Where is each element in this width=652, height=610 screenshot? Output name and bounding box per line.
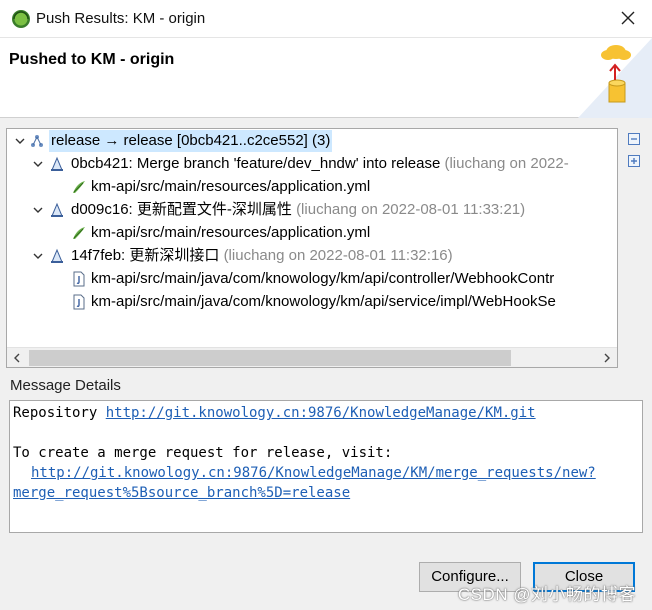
tree-root-row[interactable]: release → release [0bcb421..c2ce552] (3): [7, 130, 617, 152]
message-details-label: Message Details: [10, 377, 121, 394]
commit-icon: [51, 202, 63, 217]
scroll-left-icon[interactable]: [10, 351, 24, 365]
java-file-icon: [73, 294, 85, 310]
window-title: Push Results: KM - origin: [36, 10, 206, 27]
commit-row[interactable]: 14f7feb: 更新深圳接口 (liuchang on 2022-08-01 …: [7, 245, 617, 267]
commit-row[interactable]: 0bcb421: Merge branch 'feature/dev_hndw'…: [7, 153, 617, 175]
scrollbar-thumb[interactable]: [29, 350, 511, 366]
expand-all-icon[interactable]: [628, 155, 640, 167]
merge-request-link-cont[interactable]: merge_request%5Bsource_branch%5D=release: [13, 485, 350, 501]
yaml-file-icon: [73, 227, 85, 239]
horizontal-scrollbar[interactable]: [7, 347, 617, 367]
dialog-header: Pushed to KM - origin: [0, 38, 652, 118]
repository-link[interactable]: http://git.knowology.cn:9876/KnowledgeMa…: [106, 405, 536, 421]
file-row[interactable]: km-api/src/main/java/com/knowology/km/ap…: [7, 291, 617, 313]
merge-request-link-line2[interactable]: merge_request%5Bsource_branch%5D=release: [13, 485, 350, 501]
file-path: km-api/src/main/resources/application.ym…: [91, 178, 371, 195]
file-path: km-api/src/main/java/com/knowology/km/ap…: [91, 293, 556, 310]
header-title: Pushed to KM - origin: [9, 51, 175, 68]
file-path: km-api/src/main/java/com/knowology/km/ap…: [91, 270, 555, 287]
push-to-cloud-icon: [578, 38, 652, 118]
merge-request-link[interactable]: http://git.knowology.cn:9876/KnowledgeMa…: [31, 465, 596, 481]
merge-request-link-line1[interactable]: http://git.knowology.cn:9876/KnowledgeMa…: [31, 465, 596, 481]
commit-meta: (liuchang on 2022-08-01 11:32:16): [223, 247, 453, 264]
merge-request-text: To create a merge request for release, v…: [13, 445, 393, 461]
close-icon[interactable]: [618, 8, 638, 28]
yaml-file-icon: [73, 181, 85, 193]
repository-prefix: Repository: [13, 405, 106, 421]
file-row[interactable]: km-api/src/main/resources/application.ym…: [7, 176, 617, 198]
file-path: km-api/src/main/resources/application.ym…: [91, 224, 371, 241]
window-titlebar: Push Results: KM - origin: [0, 0, 652, 38]
commit-message: d009c16: 更新配置文件-深圳属性: [71, 201, 292, 218]
java-file-icon: [73, 271, 85, 287]
file-row[interactable]: km-api/src/main/java/com/knowology/km/ap…: [7, 268, 617, 290]
commit-meta: (liuchang on 2022-: [444, 155, 569, 172]
chevron-down-icon[interactable]: [33, 251, 43, 261]
chevron-down-icon[interactable]: [33, 159, 43, 169]
repository-line: Repository http://git.knowology.cn:9876/…: [13, 405, 536, 421]
scroll-right-icon[interactable]: [600, 351, 614, 365]
commit-message: 0bcb421: Merge branch 'feature/dev_hndw'…: [71, 155, 441, 172]
eclipse-icon: [12, 10, 30, 28]
commit-message: 14f7feb: 更新深圳接口: [71, 247, 220, 264]
tree-root-label: release → release [0bcb421..c2ce552] (3): [49, 130, 333, 152]
commit-row[interactable]: d009c16: 更新配置文件-深圳属性 (liuchang on 2022-0…: [7, 199, 617, 221]
remote-branch-icon: [31, 135, 43, 147]
message-details-box[interactable]: Repository http://git.knowology.cn:9876/…: [9, 400, 643, 533]
commit-meta: (liuchang on 2022-08-01 11:33:21): [296, 201, 526, 218]
chevron-down-icon[interactable]: [33, 205, 43, 215]
chevron-down-icon[interactable]: [15, 136, 25, 146]
commit-icon: [51, 248, 63, 263]
collapse-all-icon[interactable]: [628, 133, 640, 145]
file-row[interactable]: km-api/src/main/resources/application.ym…: [7, 222, 617, 244]
commit-icon: [51, 156, 63, 171]
push-results-tree[interactable]: release → release [0bcb421..c2ce552] (3)…: [6, 128, 618, 368]
csdn-watermark: CSDN @刘小畅的博客: [457, 585, 636, 604]
